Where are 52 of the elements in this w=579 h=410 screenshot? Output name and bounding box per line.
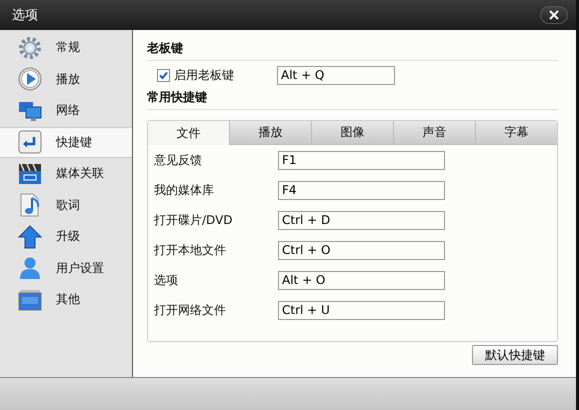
sidebar-item[interactable]: 媒体关联 — [0, 158, 132, 190]
tab[interactable]: 声音 — [394, 121, 476, 145]
default-shortcuts-button[interactable]: 默认快捷键 — [472, 345, 558, 365]
section-heading: 老板键 — [147, 40, 558, 61]
tab[interactable]: 图像 — [312, 121, 394, 145]
tab[interactable]: 播放 — [230, 121, 312, 145]
sidebar-label: 常规 — [56, 39, 80, 56]
sidebar-label: 其他 — [56, 291, 80, 308]
hotkey-field[interactable]: Ctrl + O — [278, 240, 445, 260]
clapperboard-icon — [18, 162, 42, 186]
gear-icon — [18, 36, 42, 60]
sidebar-item[interactable]: 升级 — [0, 221, 132, 252]
section-heading: 常用快捷键 — [147, 89, 558, 110]
sidebar-label: 用户设置 — [56, 260, 104, 277]
window-title: 选项 — [12, 7, 38, 24]
sidebar-label: 歌词 — [56, 196, 80, 214]
sidebar-item[interactable]: 快捷键 — [0, 126, 132, 158]
sidebar-item[interactable]: 网络 — [0, 95, 132, 126]
hotkey-field[interactable]: Alt + Q — [277, 66, 395, 84]
hotkey-field[interactable]: F1 — [278, 150, 445, 170]
sidebar-item[interactable]: 歌词 — [0, 190, 132, 221]
shortcut-label: 选项 — [154, 272, 179, 288]
shortcut-label: 意见反馈 — [154, 152, 203, 168]
folder-icon — [18, 288, 42, 312]
shortcut-label: 打开网络文件 — [154, 302, 227, 318]
close-icon — [549, 10, 559, 20]
play-icon — [18, 67, 42, 92]
sidebar-item[interactable]: 用户设置 — [0, 252, 132, 284]
sidebar-label: 媒体关联 — [56, 165, 104, 182]
checkbox-label: 启用老板键 — [174, 66, 235, 84]
tab[interactable]: 字幕 — [476, 121, 557, 145]
shortcut-label: 打开本地文件 — [154, 242, 227, 258]
tab[interactable]: 文件 — [148, 121, 230, 145]
hotkey-field[interactable]: F4 — [278, 180, 445, 200]
hotkey-field[interactable]: Ctrl + U — [278, 300, 445, 320]
user-icon — [18, 256, 42, 280]
sidebar-label: 升级 — [56, 228, 80, 246]
hotkey-field[interactable]: Alt + O — [278, 270, 445, 290]
checkbox[interactable] — [157, 68, 170, 82]
sidebar-item[interactable]: 播放 — [0, 64, 132, 95]
up-arrow-icon — [18, 224, 42, 249]
sidebar-label: 快捷键 — [56, 134, 92, 151]
shortcut-label: 我的媒体库 — [154, 182, 215, 198]
sidebar-label: 网络 — [56, 102, 80, 120]
sidebar-item[interactable]: 其他 — [0, 284, 132, 316]
hotkey-field[interactable]: Ctrl + D — [278, 210, 445, 230]
sidebar-item[interactable]: 常规 — [0, 32, 132, 64]
music-document-icon — [18, 193, 42, 218]
shortcut-label: 打开碟片/DVD — [154, 212, 234, 228]
enter-key-icon — [18, 130, 42, 154]
close-button[interactable] — [540, 6, 568, 24]
sidebar-label: 播放 — [56, 70, 80, 88]
